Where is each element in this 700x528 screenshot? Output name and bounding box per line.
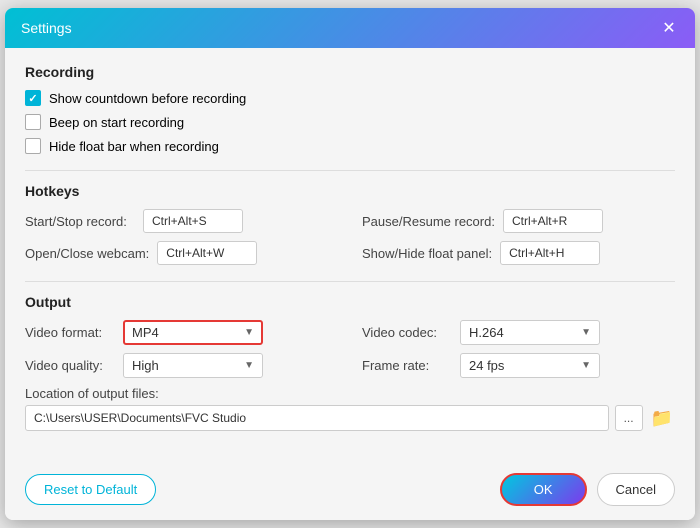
hotkey-row-3: Open/Close webcam: Ctrl+Alt+W: [25, 241, 338, 265]
recording-section-title: Recording: [25, 64, 675, 80]
video-format-row: Video format: MP4 ▼: [25, 320, 338, 345]
video-quality-select[interactable]: High ▼: [123, 353, 263, 378]
hotkey-row-2: Pause/Resume record: Ctrl+Alt+R: [362, 209, 675, 233]
hotkey-input-1[interactable]: Ctrl+Alt+S: [143, 209, 243, 233]
frame-rate-label: Frame rate:: [362, 358, 452, 373]
video-codec-label: Video codec:: [362, 325, 452, 340]
folder-icon-button[interactable]: 📁: [649, 406, 675, 431]
recording-option1-row: Show countdown before recording: [25, 90, 675, 106]
settings-dialog: Settings ✕ Recording Show countdown befo…: [5, 8, 695, 520]
hotkey-label-1: Start/Stop record:: [25, 214, 135, 229]
hotkeys-grid: Start/Stop record: Ctrl+Alt+S Pause/Resu…: [25, 209, 675, 265]
video-codec-arrow: ▼: [581, 327, 591, 338]
recording-option3-label: Hide float bar when recording: [49, 139, 219, 154]
recording-option1-checkbox[interactable]: [25, 90, 41, 106]
video-quality-arrow: ▼: [244, 360, 254, 371]
hotkey-label-4: Show/Hide float panel:: [362, 246, 492, 261]
reset-button[interactable]: Reset to Default: [25, 474, 156, 505]
location-input[interactable]: C:\Users\USER\Documents\FVC Studio: [25, 405, 609, 431]
recording-option3-checkbox[interactable]: [25, 138, 41, 154]
output-grid: Video format: MP4 ▼ Video codec: H.264 ▼…: [25, 320, 675, 378]
frame-rate-arrow: ▼: [581, 360, 591, 371]
hotkey-input-4[interactable]: Ctrl+Alt+H: [500, 241, 600, 265]
hotkey-label-2: Pause/Resume record:: [362, 214, 495, 229]
recording-option2-row: Beep on start recording: [25, 114, 675, 130]
hotkey-label-3: Open/Close webcam:: [25, 246, 149, 261]
hotkey-input-2[interactable]: Ctrl+Alt+R: [503, 209, 603, 233]
hotkey-row-1: Start/Stop record: Ctrl+Alt+S: [25, 209, 338, 233]
frame-rate-select[interactable]: 24 fps ▼: [460, 353, 600, 378]
frame-rate-value: 24 fps: [469, 358, 504, 373]
location-label: Location of output files:: [25, 386, 675, 401]
dialog-title: Settings: [21, 20, 72, 36]
cancel-button[interactable]: Cancel: [597, 473, 675, 506]
title-bar: Settings ✕: [5, 8, 695, 48]
hotkey-row-4: Show/Hide float panel: Ctrl+Alt+H: [362, 241, 675, 265]
browse-dots-button[interactable]: ...: [615, 405, 643, 431]
close-button[interactable]: ✕: [659, 18, 679, 38]
divider1: [25, 170, 675, 171]
hotkey-input-3[interactable]: Ctrl+Alt+W: [157, 241, 257, 265]
hotkeys-section: Hotkeys Start/Stop record: Ctrl+Alt+S Pa…: [25, 183, 675, 265]
recording-option1-label: Show countdown before recording: [49, 91, 246, 106]
frame-rate-row: Frame rate: 24 fps ▼: [362, 353, 675, 378]
location-input-row: C:\Users\USER\Documents\FVC Studio ... 📁: [25, 405, 675, 431]
recording-option2-checkbox[interactable]: [25, 114, 41, 130]
location-row: Location of output files: C:\Users\USER\…: [25, 386, 675, 431]
recording-section: Recording Show countdown before recordin…: [25, 64, 675, 154]
video-format-arrow: ▼: [244, 327, 254, 338]
footer-right: OK Cancel: [500, 473, 675, 506]
output-section-title: Output: [25, 294, 675, 310]
video-quality-row: Video quality: High ▼: [25, 353, 338, 378]
dialog-content: Recording Show countdown before recordin…: [5, 48, 695, 463]
ok-button[interactable]: OK: [500, 473, 587, 506]
video-codec-select[interactable]: H.264 ▼: [460, 320, 600, 345]
video-codec-row: Video codec: H.264 ▼: [362, 320, 675, 345]
video-format-select[interactable]: MP4 ▼: [123, 320, 263, 345]
hotkeys-section-title: Hotkeys: [25, 183, 675, 199]
recording-option3-row: Hide float bar when recording: [25, 138, 675, 154]
video-quality-label: Video quality:: [25, 358, 115, 373]
video-quality-value: High: [132, 358, 159, 373]
output-section: Output Video format: MP4 ▼ Video codec: …: [25, 294, 675, 431]
dialog-footer: Reset to Default OK Cancel: [5, 463, 695, 520]
recording-option2-label: Beep on start recording: [49, 115, 184, 130]
video-format-value: MP4: [132, 325, 159, 340]
video-codec-value: H.264: [469, 325, 504, 340]
divider2: [25, 281, 675, 282]
video-format-label: Video format:: [25, 325, 115, 340]
